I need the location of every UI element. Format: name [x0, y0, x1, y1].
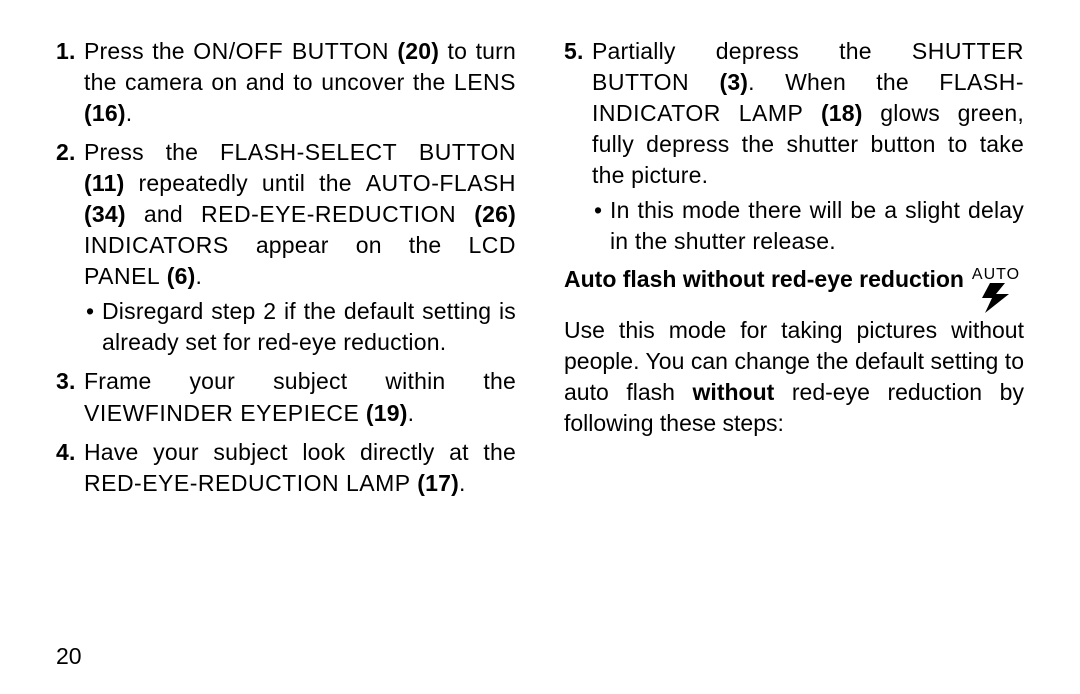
step-body: Frame your subject within the VIEWFINDER…	[84, 366, 516, 428]
sub-text: Disregard step 2 if the default setting …	[102, 296, 516, 358]
step-5: 5. Partially depress the SHUTTER BUTTON …	[564, 36, 1024, 257]
bullet-icon: •	[594, 195, 610, 257]
small-caps: LENS	[454, 69, 516, 95]
step-2: 2. Press the FLASH-SELECT BUTTON (11) re…	[56, 137, 516, 358]
text: Have your subject look directly at the	[84, 439, 516, 465]
step-4: 4. Have your subject look directly at th…	[56, 437, 516, 499]
flash-icon	[979, 283, 1013, 313]
small-caps: AUTO-FLASH	[366, 170, 516, 196]
page-number: 20	[56, 643, 82, 670]
step-number: 2.	[56, 137, 84, 358]
step-3: 3. Frame your subject within the VIEWFIN…	[56, 366, 516, 428]
small-caps: INDICATORS	[84, 232, 229, 258]
text: Press the	[84, 139, 220, 165]
small-caps: RED-EYE-REDUCTION LAMP	[84, 470, 411, 496]
ref-number: (18)	[803, 100, 862, 126]
ref-number: (6)	[160, 263, 195, 289]
auto-flash-icon: AUTO	[968, 265, 1024, 313]
ref-number: (16)	[84, 100, 126, 126]
step-number: 3.	[56, 366, 84, 428]
step-number: 5.	[564, 36, 592, 257]
text: Frame your subject within the	[84, 368, 516, 394]
small-caps: ON/OFF BUTTON	[193, 38, 389, 64]
manual-page: 1. Press the ON/OFF BUTTON (20) to turn …	[0, 0, 1080, 694]
right-column: 5. Partially depress the SHUTTER BUTTON …	[540, 36, 1024, 674]
text: .	[459, 470, 466, 496]
ref-number: (3)	[689, 69, 748, 95]
bullet-icon: •	[86, 296, 102, 358]
text: .	[196, 263, 203, 289]
step-number: 1.	[56, 36, 84, 129]
bold-text: without	[693, 379, 775, 405]
ref-number: (17)	[411, 470, 459, 496]
ref-number: (34)	[84, 201, 126, 227]
ref-number: (19)	[359, 400, 407, 426]
section-paragraph: Use this mode for taking pictures withou…	[564, 315, 1024, 439]
small-caps: RED-EYE-REDUCTION	[201, 201, 456, 227]
text: .	[126, 100, 133, 126]
text: appear on the	[229, 232, 469, 258]
text: Partially depress the	[592, 38, 912, 64]
step-number: 4.	[56, 437, 84, 499]
text: .	[408, 400, 415, 426]
section-title: Auto flash without red-eye reduction	[564, 265, 964, 295]
step-body: Have your subject look directly at the R…	[84, 437, 516, 499]
step-body: Press the FLASH-SELECT BUTTON (11) repea…	[84, 137, 516, 358]
ref-number: (20)	[389, 38, 439, 64]
left-column: 1. Press the ON/OFF BUTTON (20) to turn …	[56, 36, 540, 674]
auto-label: AUTO	[968, 267, 1024, 283]
step-body: Press the ON/OFF BUTTON (20) to turn the…	[84, 36, 516, 129]
sub-text: In this mode there will be a slight dela…	[610, 195, 1024, 257]
text: . When the	[748, 69, 939, 95]
step-body: Partially depress the SHUTTER BUTTON (3)…	[592, 36, 1024, 257]
text: Press the	[84, 38, 193, 64]
ref-number: (11)	[84, 170, 124, 196]
small-caps: FLASH-SELECT BUTTON	[220, 139, 516, 165]
step-1: 1. Press the ON/OFF BUTTON (20) to turn …	[56, 36, 516, 129]
text: repeatedly until the	[124, 170, 365, 196]
small-caps: VIEWFINDER EYEPIECE	[84, 400, 359, 426]
section-heading: Auto flash without red-eye reduction AUT…	[564, 265, 1024, 313]
text: and	[126, 201, 201, 227]
ref-number: (26)	[456, 201, 516, 227]
sub-bullet: • Disregard step 2 if the default settin…	[86, 296, 516, 358]
sub-bullet: • In this mode there will be a slight de…	[594, 195, 1024, 257]
